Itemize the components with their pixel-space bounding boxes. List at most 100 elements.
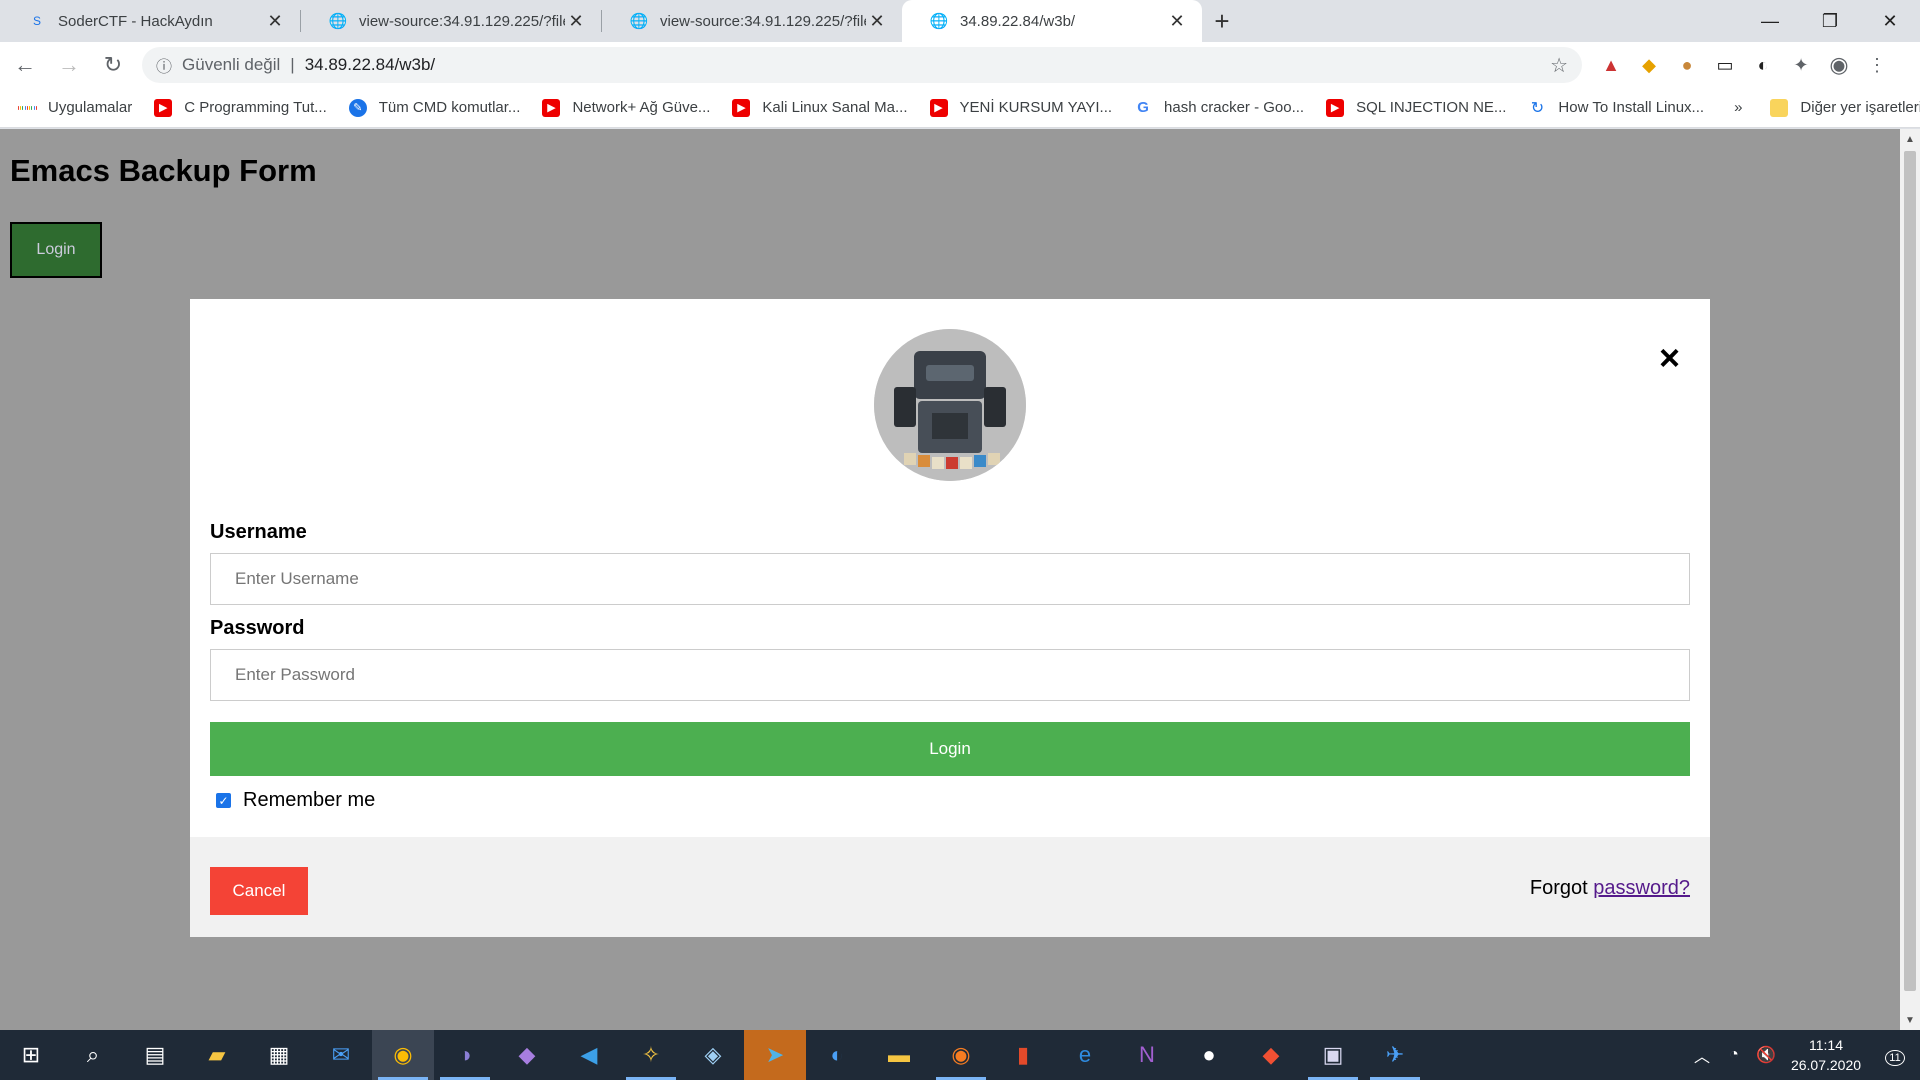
bookmarks-overflow-button[interactable]: » [1734,99,1742,116]
bookmark-item[interactable]: ▶ C Programming Tut... [154,98,327,117]
modal-footer: Cancel Forgot password? [190,837,1710,937]
browser-tab[interactable]: 🌐 view-source:34.91.129.225/?file= ✕ [602,0,902,42]
back-icon[interactable]: ← [6,46,44,84]
windows-taskbar: ⊞ ⌕ ▤ ▰ ▦ ✉ ◉ ◑ ◆ ◀ ✧ ◈ ➤ ◐ ▬ ◉ ▮ e N ● … [0,1030,1920,1080]
scrollbar-thumb[interactable] [1904,151,1916,991]
youtube-icon: ▶ [1326,98,1345,117]
forgot-text: Forgot [1529,877,1588,899]
notifications-icon[interactable]: 11 [1870,1045,1920,1066]
store-icon[interactable]: ▦ [248,1030,310,1080]
window-controls: — ❐ ✕ [1740,0,1920,42]
password-input[interactable] [210,649,1690,701]
git-icon[interactable]: ◆ [1240,1030,1302,1080]
eclipse-icon[interactable]: ◑ [434,1030,496,1080]
remember-me[interactable]: ✓ Remember me [216,789,375,812]
remember-label: Remember me [243,789,376,811]
tab-title: view-source:34.91.129.225/?file= [359,12,565,30]
app-icon[interactable]: ◐ [806,1030,868,1080]
bookmark-item[interactable]: ✎ Tüm CMD komutlar... [348,98,521,117]
bookmark-star-icon[interactable]: ☆ [1550,53,1568,78]
login-submit-button[interactable]: Login [210,722,1690,776]
minimize-icon[interactable]: — [1740,0,1800,42]
other-bookmarks[interactable]: Diğer yer işaretleri [1770,98,1920,117]
folder-icon [1770,98,1789,117]
browser-tab[interactable]: S SoderCTF - HackAydın ✕ [0,0,300,42]
info-icon[interactable]: ⓘ [156,53,172,77]
youtube-icon: ▶ [154,98,173,117]
firefox-icon[interactable]: ◉ [930,1030,992,1080]
remember-checkbox[interactable]: ✓ [216,793,231,808]
edge-icon[interactable]: e [1054,1030,1116,1080]
mail-icon[interactable]: ✉ [310,1030,372,1080]
restore-icon[interactable]: ❐ [1800,0,1860,42]
search-icon[interactable]: ⌕ [62,1030,124,1080]
bookmark-item[interactable]: ▶ Kali Linux Sanal Ma... [732,98,908,117]
cancel-button[interactable]: Cancel [210,867,308,915]
tab-close-icon[interactable]: ✕ [565,10,587,32]
app-icon[interactable]: ✈ [1364,1030,1426,1080]
bookmark-label: hash cracker - Goo... [1164,99,1305,116]
bookmark-label: Uygulamalar [48,99,133,116]
youtube-icon: ▶ [732,98,751,117]
monitor-icon[interactable]: ▭ [1706,46,1744,84]
system-tray: ︿ ◔ 🔇 11:14 26.07.2020 11 [1686,1030,1920,1080]
browser-tab[interactable]: 🌐 view-source:34.91.129.225/?file= ✕ [301,0,601,42]
file-explorer-icon[interactable]: ▰ [186,1030,248,1080]
bookmark-item[interactable]: ▶ SQL INJECTION NE... [1326,98,1507,117]
bookmark-item[interactable]: G hash cracker - Goo... [1134,99,1304,117]
windows-start-icon[interactable]: ⊞ [0,1030,62,1080]
github-icon[interactable]: ● [1178,1030,1240,1080]
address-bar[interactable]: ⓘ Güvenli değil | 34.89.22.84/w3b/ ☆ [142,47,1582,83]
bookmark-label: Tüm CMD komutlar... [378,99,521,116]
scroll-down-icon[interactable]: ▼ [1900,1010,1920,1030]
globe-icon: 🌐 [328,13,348,30]
volume-mute-icon[interactable]: 🔇 [1750,1045,1782,1065]
app-icon[interactable]: ✧ [620,1030,682,1080]
bookmark-apps[interactable]: Uygulamalar [18,99,132,117]
reload-icon[interactable]: ↻ [94,46,132,84]
notification-count: 11 [1885,1049,1905,1066]
vscode-icon[interactable]: ◀ [558,1030,620,1080]
open-login-button[interactable]: Login [10,222,102,278]
clock[interactable]: 11:14 26.07.2020 [1782,1035,1870,1075]
divider: | [290,55,295,74]
forgot-password-link[interactable]: password? [1593,877,1690,899]
telegram-icon[interactable]: ➤ [744,1030,806,1080]
pdf-extension-icon[interactable]: ▲ [1592,46,1630,84]
menu-icon[interactable]: ⋮ [1858,46,1896,84]
visual-studio-icon[interactable]: ◆ [496,1030,558,1080]
new-tab-button[interactable]: + [1202,0,1242,42]
tab-close-icon[interactable]: ✕ [866,10,888,32]
virtualbox-icon[interactable]: ◈ [682,1030,744,1080]
profile-icon[interactable]: ◉ [1820,46,1858,84]
forward-icon[interactable]: → [50,46,88,84]
onenote-icon[interactable]: N [1116,1030,1178,1080]
recorder-icon[interactable]: ▣ [1302,1030,1364,1080]
close-window-icon[interactable]: ✕ [1860,0,1920,42]
task-view-icon[interactable]: ▤ [124,1030,186,1080]
mask-icon[interactable]: ◐ [1744,46,1782,84]
sticky-notes-icon[interactable]: ▬ [868,1030,930,1080]
page-viewport: Emacs Backup Form Login × Username Enter… [0,129,1900,1030]
bookmark-item[interactable]: ↻ How To Install Linux... [1528,99,1704,117]
cookie-icon[interactable]: ● [1668,46,1706,84]
bookmark-item[interactable]: ▶ YENİ KURSUM YAYI... [929,98,1112,117]
page-scrollbar[interactable]: ▲ ▼ [1900,129,1920,1030]
browser-tab-active[interactable]: 🌐 34.89.22.84/w3b/ ✕ [902,0,1202,42]
office-icon[interactable]: ▮ [992,1030,1054,1080]
youtube-icon: ▶ [929,98,948,117]
bookmark-label: SQL INJECTION NE... [1356,99,1507,116]
wifi-icon[interactable]: ◔ [1718,1046,1750,1064]
robot-avatar-image [874,329,1026,481]
tray-chevron-icon[interactable]: ︿ [1686,1043,1718,1067]
scroll-up-icon[interactable]: ▲ [1900,129,1920,149]
close-icon[interactable]: × [1659,337,1680,379]
tab-close-icon[interactable]: ✕ [264,10,286,32]
username-input[interactable] [210,553,1690,605]
tab-close-icon[interactable]: ✕ [1166,10,1188,32]
extension-icon[interactable]: ◆ [1630,46,1668,84]
puzzle-icon[interactable]: ✦ [1782,46,1820,84]
bookmark-item[interactable]: ▶ Network+ Ağ Güve... [542,98,710,117]
chrome-icon[interactable]: ◉ [372,1030,434,1080]
site-icon: ↻ [1530,99,1545,117]
